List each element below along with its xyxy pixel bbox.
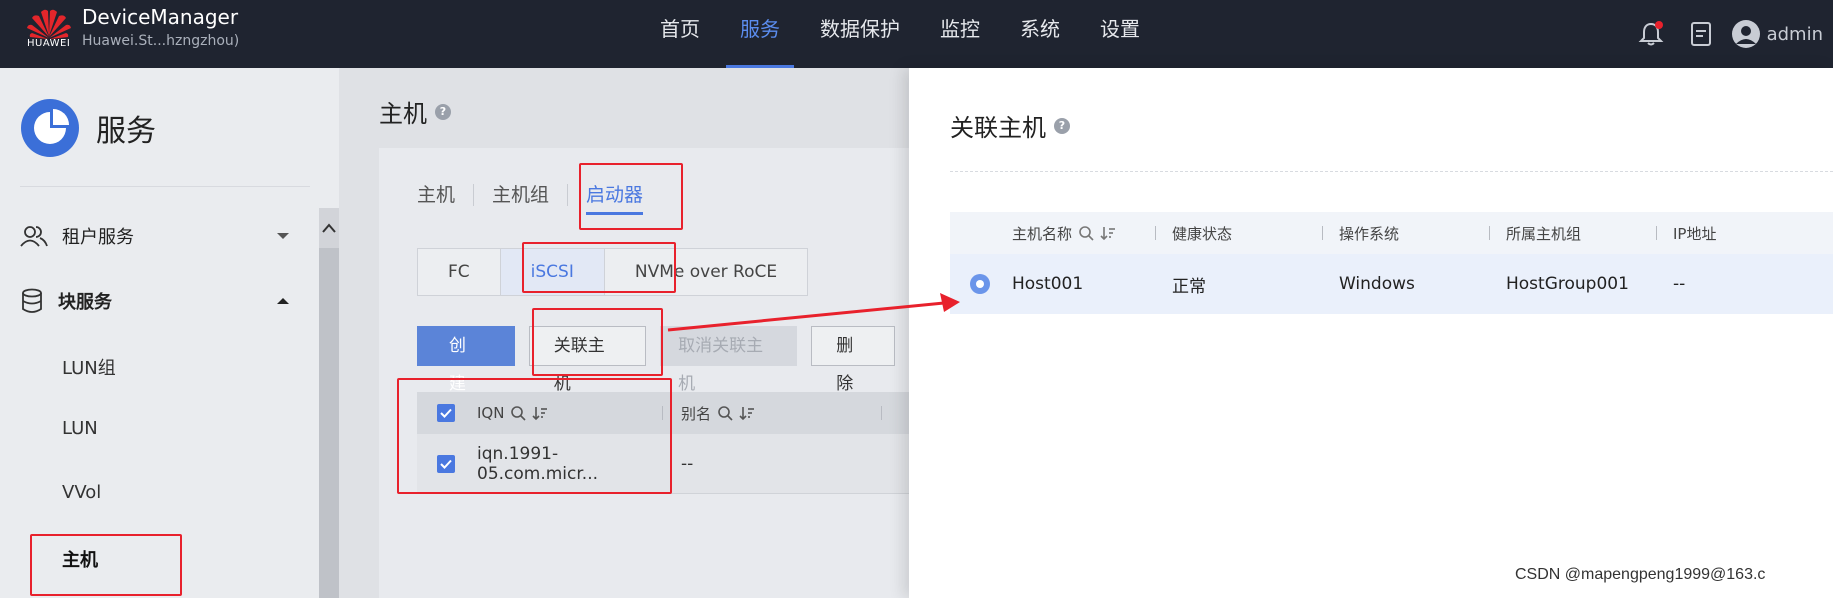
nav-home[interactable]: 首页 bbox=[640, 0, 720, 68]
app-title: DeviceManager bbox=[82, 5, 239, 29]
column-host-name: 主机名称 bbox=[1012, 223, 1155, 244]
sidebar-group-block[interactable]: 块服务 bbox=[20, 288, 290, 314]
database-icon bbox=[22, 288, 42, 313]
highlight-associate-button bbox=[532, 308, 663, 376]
host-table: 主机名称 健康状态 操作系统 所属主机组 IP地址 Host001 正常 Win… bbox=[950, 212, 1833, 314]
top-actions: admin bbox=[1631, 0, 1833, 68]
tab-host[interactable]: 主机 bbox=[417, 184, 475, 206]
tab-host-group[interactable]: 主机组 bbox=[474, 184, 569, 206]
column-label: 主机名称 bbox=[1012, 224, 1073, 243]
help-icon[interactable]: ? bbox=[1054, 117, 1070, 134]
drawer-title: 关联主机 ? bbox=[950, 108, 1070, 143]
sidebar: 服务 租户服务 块服务 LUN组 LUN VVol 主机 bbox=[0, 68, 339, 598]
cell-host-name: Host001 bbox=[1012, 274, 1084, 294]
nav-services[interactable]: 服务 bbox=[720, 0, 800, 68]
associate-host-drawer: 关联主机 ? 主机名称 健康状态 操作系统 所属主机组 IP地址 Host001 bbox=[909, 68, 1833, 598]
cell-host-group: HostGroup001 bbox=[1506, 274, 1629, 294]
drawer-title-text: 关联主机 bbox=[950, 114, 1046, 142]
drawer-divider bbox=[950, 171, 1833, 172]
scroll-up-icon[interactable] bbox=[321, 222, 337, 234]
cell-ip: -- bbox=[1673, 274, 1686, 294]
column-divider bbox=[881, 406, 882, 420]
nav-settings[interactable]: 设置 bbox=[1080, 0, 1160, 68]
page-title-text: 主机 bbox=[379, 100, 427, 128]
search-icon[interactable] bbox=[1078, 225, 1094, 241]
sidebar-header: 服务 bbox=[20, 98, 156, 158]
user-menu[interactable]: admin bbox=[1731, 19, 1823, 49]
sidebar-group-label: 租户服务 bbox=[62, 227, 134, 248]
services-pie-icon bbox=[21, 99, 79, 157]
table-row[interactable]: Host001 正常 Windows HostGroup001 -- bbox=[950, 254, 1833, 314]
cell-alias: -- bbox=[681, 453, 694, 474]
column-health: 健康状态 bbox=[1172, 224, 1233, 243]
user-avatar-icon bbox=[1731, 20, 1760, 48]
device-name[interactable]: Huawei.St...hzngzhou) bbox=[82, 33, 239, 49]
page-title: 主机 ? bbox=[379, 94, 451, 129]
nav-system[interactable]: 系统 bbox=[1000, 0, 1080, 68]
column-host-group: 所属主机组 bbox=[1506, 224, 1582, 243]
sidebar-group-tenant[interactable]: 租户服务 bbox=[20, 223, 290, 249]
sort-icon[interactable] bbox=[1100, 225, 1116, 241]
sidebar-item-lun-group[interactable]: LUN组 bbox=[62, 354, 116, 380]
highlight-initiator-tab bbox=[579, 163, 683, 230]
column-os: 操作系统 bbox=[1339, 224, 1400, 243]
caret-down-icon bbox=[277, 233, 289, 239]
highlight-initiator-row bbox=[397, 378, 672, 494]
scroll-thumb[interactable] bbox=[319, 248, 339, 598]
nav-monitor[interactable]: 监控 bbox=[920, 0, 1000, 68]
column-label: 别名 bbox=[681, 404, 712, 423]
column-ip: IP地址 bbox=[1673, 224, 1717, 243]
users-icon bbox=[20, 226, 48, 247]
sidebar-scrollbar[interactable] bbox=[319, 208, 339, 598]
create-button[interactable]: 创建 bbox=[417, 326, 515, 394]
watermark: CSDN @mapengpeng1999@163.c bbox=[1515, 566, 1766, 583]
nav-data-protection[interactable]: 数据保护 bbox=[800, 0, 920, 68]
user-name: admin bbox=[1766, 23, 1823, 45]
cell-os: Windows bbox=[1339, 274, 1415, 294]
sidebar-item-vvol[interactable]: VVol bbox=[62, 482, 101, 503]
annotation-arrow-icon bbox=[667, 293, 960, 332]
row-radio[interactable] bbox=[970, 274, 990, 294]
task-list-icon[interactable] bbox=[1681, 14, 1721, 54]
sidebar-title: 服务 bbox=[96, 114, 156, 149]
column-alias: 别名 bbox=[681, 403, 881, 424]
main-nav: 首页 服务 数据保护 监控 系统 设置 bbox=[640, 0, 1160, 68]
sidebar-divider bbox=[20, 186, 310, 187]
highlight-iscsi bbox=[522, 242, 676, 293]
top-bar: HUAWEI DeviceManager Huawei.St...hzngzho… bbox=[0, 0, 1833, 68]
highlight-host-menu bbox=[30, 534, 182, 596]
table-header: 主机名称 健康状态 操作系统 所属主机组 IP地址 bbox=[950, 212, 1833, 254]
cell-health: 正常 bbox=[1172, 276, 1206, 297]
caret-up-icon bbox=[277, 298, 289, 304]
help-icon[interactable]: ? bbox=[435, 103, 451, 120]
logo-text: HUAWEI bbox=[27, 38, 71, 49]
notification-bell-icon[interactable] bbox=[1631, 14, 1671, 54]
sidebar-item-lun[interactable]: LUN bbox=[62, 418, 98, 439]
protocol-fc[interactable]: FC bbox=[418, 249, 501, 295]
sidebar-group-label: 块服务 bbox=[58, 292, 112, 313]
sort-icon[interactable] bbox=[739, 405, 755, 421]
search-icon[interactable] bbox=[717, 405, 733, 421]
